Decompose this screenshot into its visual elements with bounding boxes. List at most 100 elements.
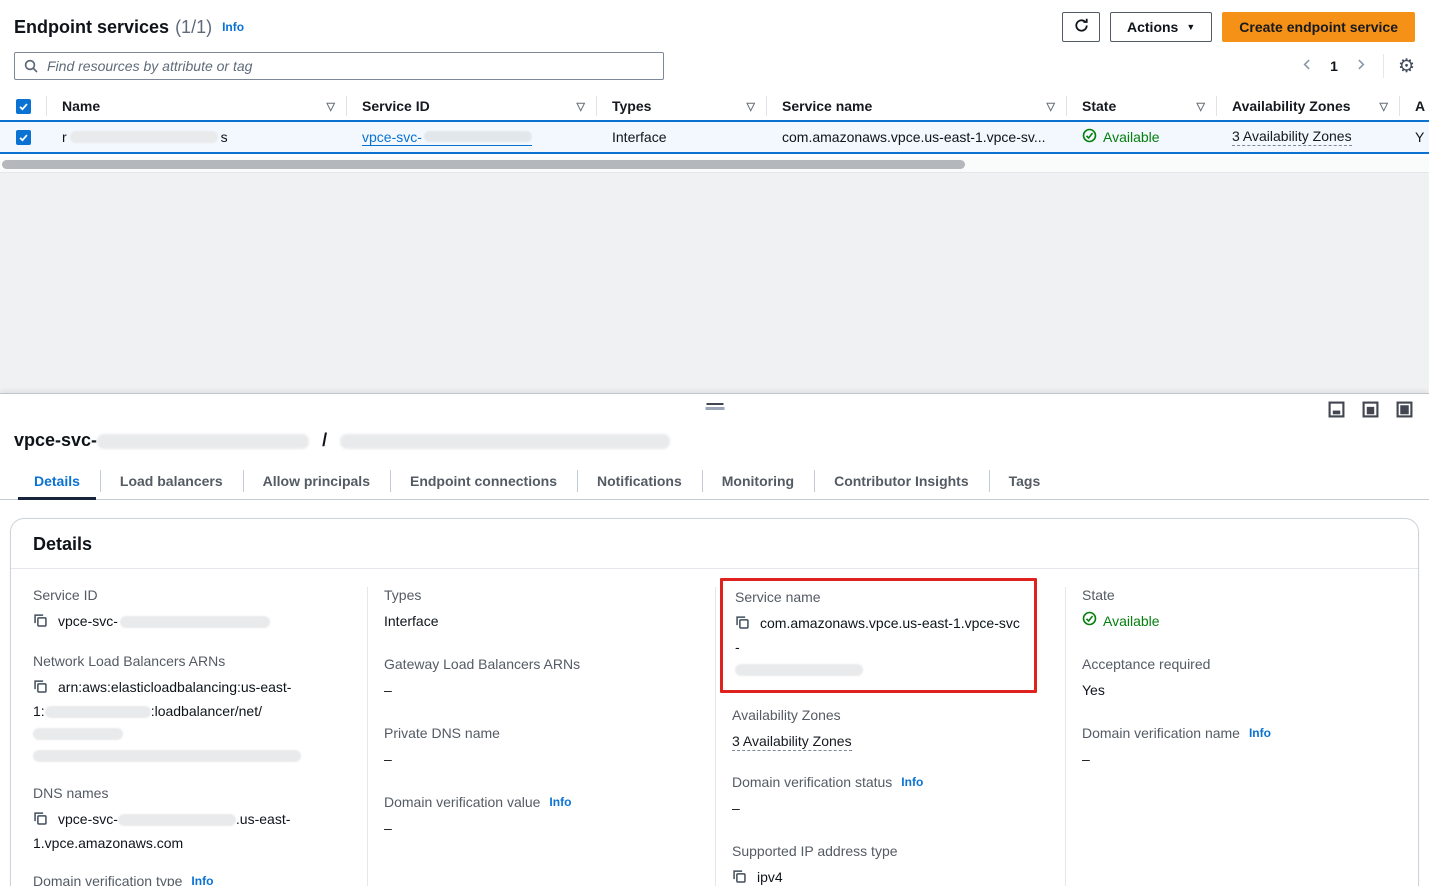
page-title: Endpoint services: [14, 17, 169, 38]
tab-notifications[interactable]: Notifications: [577, 467, 702, 499]
field-private-dns-name: Private DNS name –: [384, 725, 699, 770]
cell-service-name: com.amazonaws.vpce.us-east-1.vpce-sv...: [767, 122, 1067, 152]
redacted-value: [735, 664, 863, 676]
actions-button[interactable]: Actions ▼: [1110, 12, 1212, 42]
field-gwlb-arns: Gateway Load Balancers ARNs –: [384, 656, 699, 701]
search-input[interactable]: [14, 52, 664, 80]
status-success-icon: [1082, 128, 1097, 146]
redacted-name: [70, 131, 218, 143]
caret-down-icon: ▼: [1186, 22, 1195, 32]
info-link[interactable]: Info: [1249, 726, 1271, 740]
column-header-service-id[interactable]: Service ID ▽: [347, 92, 597, 120]
cell-state: Available: [1067, 122, 1217, 152]
column-header-acceptance[interactable]: A: [1400, 92, 1429, 120]
copy-icon[interactable]: [33, 810, 48, 832]
create-button-label: Create endpoint service: [1239, 19, 1398, 35]
details-column-2: Types Interface Gateway Load Balancers A…: [368, 587, 716, 886]
search-icon: [23, 58, 39, 77]
previous-page-button[interactable]: [1299, 56, 1316, 76]
sort-icon[interactable]: ▽: [1047, 100, 1055, 113]
sort-icon[interactable]: ▽: [1380, 100, 1388, 113]
panel-position-full-icon[interactable]: [1396, 401, 1413, 418]
highlight-box: Service name com.amazonaws.vpce.us-east-…: [720, 578, 1037, 693]
info-link[interactable]: Info: [901, 775, 923, 789]
endpoint-services-table: Name ▽ Service ID ▽ Types ▽ Service name…: [0, 92, 1429, 172]
details-column-4: State Available: [1066, 587, 1418, 886]
redacted-value: [45, 706, 151, 718]
tab-endpoint-connections[interactable]: Endpoint connections: [390, 467, 577, 499]
column-header-types[interactable]: Types ▽: [597, 92, 767, 120]
row-checkbox[interactable]: [16, 130, 31, 145]
resource-counter: (1/1): [175, 17, 212, 38]
field-types: Types Interface: [384, 587, 699, 632]
preferences-gear-icon[interactable]: ⚙: [1398, 57, 1415, 76]
field-nlb-arns: Network Load Balancers ARNs arn:aws:elas…: [33, 653, 351, 766]
search-box: [14, 52, 664, 80]
current-page-number[interactable]: 1: [1322, 58, 1346, 74]
next-page-button[interactable]: [1352, 56, 1369, 76]
details-column-1: Service ID vpce-svc- Network Load Balanc…: [11, 587, 368, 886]
refresh-button[interactable]: [1062, 12, 1100, 42]
copy-icon[interactable]: [33, 612, 48, 634]
split-panel: vpce-svc- / Details Load balancers Allow…: [0, 393, 1429, 886]
page-header: Endpoint services (1/1) Info Actions ▼ C…: [0, 0, 1429, 42]
info-link[interactable]: Info: [549, 795, 571, 809]
field-availability-zones: Availability Zones 3 Availability Zones: [732, 707, 1049, 752]
panel-position-controls: [1328, 401, 1413, 418]
tab-load-balancers[interactable]: Load balancers: [100, 467, 243, 499]
sort-icon[interactable]: ▽: [747, 100, 755, 113]
field-dns-names: DNS names vpce-svc-.us-east- 1.vpce.amaz…: [33, 785, 351, 854]
panel-position-bottom-icon[interactable]: [1328, 401, 1345, 418]
tab-allow-principals[interactable]: Allow principals: [243, 467, 390, 499]
availability-zones-popover-link[interactable]: 3 Availability Zones: [732, 733, 852, 751]
field-supported-ip-type: Supported IP address type ipv4: [732, 843, 1049, 886]
split-panel-tabs: Details Load balancers Allow principals …: [0, 467, 1429, 500]
column-header-availability-zones[interactable]: Availability Zones ▽: [1217, 92, 1400, 120]
field-acceptance-required: Acceptance required Yes: [1082, 656, 1402, 701]
table-row[interactable]: r s vpce-svc- Interface com.amazonaws.vp…: [0, 120, 1429, 154]
endpoint-services-page: Endpoint services (1/1) Info Actions ▼ C…: [0, 0, 1429, 886]
column-header-name[interactable]: Name ▽: [47, 92, 347, 120]
details-card: Details Service ID vpce-svc- Network Loa…: [10, 518, 1419, 886]
redacted-value: [33, 750, 301, 762]
toolbar-divider: [1383, 54, 1384, 78]
panel-position-comfortable-icon[interactable]: [1362, 401, 1379, 418]
column-header-state[interactable]: State ▽: [1067, 92, 1217, 120]
sort-icon[interactable]: ▽: [1197, 100, 1205, 113]
field-domain-verification-value: Domain verification value Info –: [384, 794, 699, 839]
redacted-service-name: [340, 434, 670, 449]
sort-icon[interactable]: ▽: [327, 100, 335, 113]
scrollbar-thumb[interactable]: [2, 160, 965, 169]
redacted-value: [118, 814, 236, 826]
content-background: [0, 172, 1429, 393]
field-domain-verification-name: Domain verification name Info –: [1082, 725, 1402, 770]
tab-tags[interactable]: Tags: [989, 467, 1061, 499]
header-actions: Actions ▼ Create endpoint service: [1062, 12, 1415, 42]
copy-icon[interactable]: [732, 868, 747, 886]
create-endpoint-service-button[interactable]: Create endpoint service: [1222, 12, 1415, 42]
tab-monitoring[interactable]: Monitoring: [702, 467, 814, 499]
redacted-value: [120, 616, 270, 628]
cell-service-id: vpce-svc-: [347, 122, 597, 152]
redacted-value: [33, 728, 123, 740]
select-all-checkbox[interactable]: [16, 99, 31, 114]
header-info-link[interactable]: Info: [222, 20, 244, 34]
service-id-link[interactable]: vpce-svc-: [362, 129, 532, 146]
cell-name: r s: [47, 122, 347, 152]
horizontal-scrollbar[interactable]: [0, 157, 1429, 172]
cell-acceptance: Y: [1400, 122, 1429, 152]
tab-contributor-insights[interactable]: Contributor Insights: [814, 467, 989, 499]
copy-icon[interactable]: [33, 678, 48, 700]
info-link[interactable]: Info: [191, 874, 213, 886]
redacted-service-id: [424, 131, 532, 142]
copy-icon[interactable]: [735, 614, 750, 636]
field-service-name: Service name com.amazonaws.vpce.us-east-…: [735, 589, 1022, 680]
tab-details[interactable]: Details: [14, 467, 100, 499]
split-panel-drag-handle[interactable]: [705, 403, 724, 410]
availability-zones-popover-link[interactable]: 3 Availability Zones: [1232, 128, 1352, 146]
column-header-service-name[interactable]: Service name ▽: [767, 92, 1067, 120]
sort-icon[interactable]: ▽: [577, 100, 585, 113]
cell-types: Interface: [597, 122, 767, 152]
details-column-3: Service name com.amazonaws.vpce.us-east-…: [716, 587, 1066, 886]
cell-availability-zones: 3 Availability Zones: [1217, 122, 1400, 152]
